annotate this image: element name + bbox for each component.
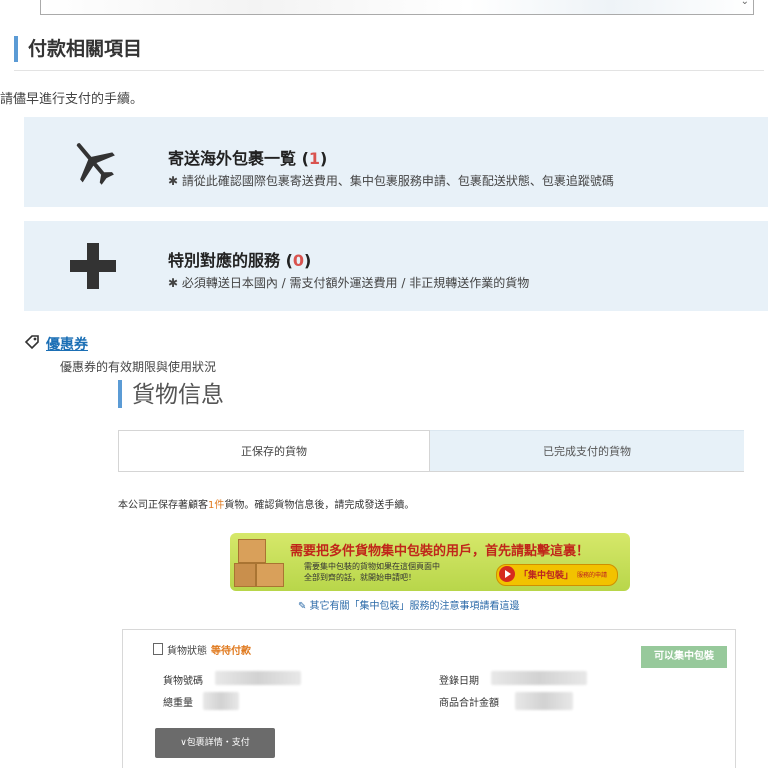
banner-subtext: 需要集中包裝的貨物如果在這個頁面中 xyxy=(304,562,440,571)
plus-icon xyxy=(70,243,116,289)
banner-subtext: 全部到齊的話，就開始申請吧！ xyxy=(304,573,416,582)
card-desc: ✱ 必須轉送日本國內 / 需支付額外運送費用 / 非正規轉送作業的貨物 xyxy=(168,276,530,290)
top-strip: ⌄ xyxy=(40,0,754,15)
package-icon xyxy=(256,563,284,587)
cargo-section-title: 貨物信息 xyxy=(118,380,224,408)
tab-paid-goods[interactable]: 已完成支付的貨物 xyxy=(430,430,744,472)
goods-number-label: 貨物號碼 xyxy=(163,676,203,687)
total-amount-label: 商品合計金額 xyxy=(439,698,499,709)
consolidation-notes-link[interactable]: ✎ 其它有關「集中包裝」服務的注意事項請看這邊 xyxy=(298,597,520,612)
tab-stored-goods[interactable]: 正保存的貨物 xyxy=(118,430,430,472)
coupon-desc: 優惠券的有效期限與使用狀況 xyxy=(60,360,217,374)
tab-divider xyxy=(118,471,744,472)
banner-title: 需要把多件貨物集中包裝的用戶，首先請點擊這裏！ xyxy=(290,544,590,559)
card-count: 0 xyxy=(292,251,305,270)
section-title: 付款相關項目 xyxy=(14,36,142,62)
divider xyxy=(14,70,764,71)
document-icon xyxy=(153,643,163,655)
status-row: 貨物狀態 等待付款 xyxy=(153,642,251,657)
coupon-link[interactable]: 優惠券 xyxy=(46,334,88,354)
package-icon xyxy=(234,563,256,587)
consolidation-badge: 可以集中包裝 xyxy=(641,646,727,668)
consolidation-apply-button[interactable]: 「集中包裝」 服務的申請 xyxy=(496,564,618,586)
card-count: 1 xyxy=(308,149,321,168)
card-title: 寄送海外包裹一覧 (1) xyxy=(168,149,328,168)
storage-notice: 本公司正保存著顧客1件貨物。確認貨物信息後，請完成發送手續。 xyxy=(118,500,415,511)
chevron-down-icon[interactable]: ⌄ xyxy=(741,0,749,7)
redacted-value xyxy=(203,692,239,710)
special-service-card[interactable]: 特別對應的服務 (0) ✱ 必須轉送日本國內 / 需支付額外運送費用 / 非正規… xyxy=(24,221,768,311)
overseas-parcel-card[interactable]: 寄送海外包裹一覧 (1) ✱ 請從此確認國際包裹寄送費用、集中包裹服務申請、包裹… xyxy=(24,117,768,207)
status-value: 等待付款 xyxy=(211,646,251,657)
goods-count: 1件 xyxy=(208,500,225,511)
tag-icon xyxy=(24,335,39,350)
consolidation-banner[interactable]: 需要把多件貨物集中包裝的用戶，首先請點擊這裏！ 需要集中包裝的貨物如果在這個頁面… xyxy=(230,533,630,591)
registration-date-label: 登錄日期 xyxy=(439,676,479,687)
airplane-icon xyxy=(76,143,115,185)
card-title: 特別對應的服務 (0) xyxy=(168,251,312,270)
redacted-value xyxy=(515,692,573,710)
redacted-value xyxy=(215,671,301,685)
package-details-pay-button[interactable]: ∨包裹詳情・支付 xyxy=(155,728,275,758)
button-sublabel: 服務的申請 xyxy=(577,572,608,579)
redacted-value xyxy=(491,671,587,685)
button-label: 「集中包裝」 xyxy=(519,571,574,581)
goods-panel: 貨物狀態 等待付款 可以集中包裝 貨物號碼 總重量 登錄日期 商品合計金額 ∨包裹… xyxy=(122,629,736,768)
intro-text: 請儘早進行支付的手續。 xyxy=(0,92,144,107)
play-icon xyxy=(499,566,515,582)
package-icon xyxy=(238,539,266,563)
total-weight-label: 總重量 xyxy=(163,698,193,709)
card-desc: ✱ 請從此確認國際包裹寄送費用、集中包裹服務申請、包裹配送狀態、包裹追蹤號碼 xyxy=(168,174,614,188)
